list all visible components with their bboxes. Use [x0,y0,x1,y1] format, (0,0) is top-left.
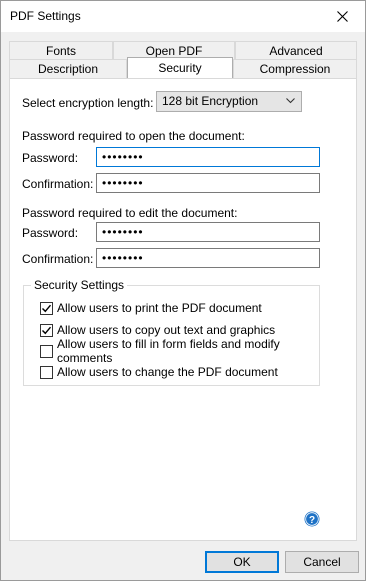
ok-button[interactable]: OK [205,551,279,573]
open-password-label: Password: [22,151,79,165]
tab-advanced[interactable]: Advanced [235,41,357,61]
cancel-button-label: Cancel [303,555,341,569]
option-allow-fill-forms[interactable]: Allow users to fill in form fields and m… [40,337,319,365]
option-label: Allow users to print the PDF document [57,301,262,315]
encryption-length-label: Select encryption length: [22,96,154,110]
close-button[interactable] [319,1,365,32]
window-title: PDF Settings [10,9,81,23]
cancel-button[interactable]: Cancel [285,551,359,573]
tab-label: Advanced [269,44,323,58]
tab-label: Security [158,61,202,75]
edit-confirmation-field[interactable]: •••••••• [96,248,320,268]
option-label: Allow users to fill in form fields and m… [57,337,280,365]
option-label: Allow users to copy out text and graphic… [57,323,276,337]
svg-text:?: ? [309,515,315,526]
edit-confirmation-value: •••••••• [102,251,144,265]
chevron-down-icon [286,98,295,104]
open-password-field[interactable]: •••••••• [96,147,320,167]
option-allow-print[interactable]: Allow users to print the PDF document [40,300,262,316]
tab-compression[interactable]: Compression [233,59,357,79]
option-label: Allow users to change the PDF document [57,365,278,379]
help-icon[interactable]: ? [304,511,320,527]
checkbox[interactable] [40,301,53,315]
checkbox[interactable] [40,344,53,358]
tab-label: Description [37,62,99,76]
open-confirmation-field[interactable]: •••••••• [96,173,320,193]
option-allow-copy[interactable]: Allow users to copy out text and graphic… [40,322,275,338]
tab-label: Fonts [45,44,76,58]
tab-fonts[interactable]: Fonts [9,41,113,61]
security-panel: Select encryption length: 128 bit Encryp… [9,78,357,541]
tab-label: Open PDF [145,44,203,58]
option-allow-change[interactable]: Allow users to change the PDF document [40,364,278,380]
open-confirmation-label: Confirmation: [22,177,94,191]
ok-button-label: OK [233,555,251,569]
title-bar: PDF Settings [1,1,365,32]
checkbox[interactable] [40,323,53,337]
security-settings-group: Security Settings Allow users to print t… [23,278,320,386]
pdf-settings-dialog: PDF Settings Fonts Open PDF Advanced Des… [0,0,366,581]
open-password-heading: Password required to open the document: [22,129,245,143]
checkmark-icon [42,326,52,334]
close-icon [336,11,348,22]
encryption-length-select[interactable]: 128 bit Encryption [156,91,302,112]
edit-password-heading: Password required to edit the document: [22,206,238,220]
encryption-length-value: 128 bit Encryption [162,94,259,108]
edit-password-field[interactable]: •••••••• [96,222,320,242]
security-settings-legend: Security Settings [31,278,128,292]
open-password-value: •••••••• [102,150,144,164]
checkmark-icon [42,304,52,312]
edit-password-value: •••••••• [102,225,144,239]
tab-description[interactable]: Description [9,59,127,79]
edit-confirmation-label: Confirmation: [22,252,94,266]
checkbox[interactable] [40,365,53,379]
tab-security[interactable]: Security [127,57,233,78]
edit-password-label: Password: [22,226,79,240]
open-confirmation-value: •••••••• [102,176,144,190]
tab-label: Compression [259,62,331,76]
